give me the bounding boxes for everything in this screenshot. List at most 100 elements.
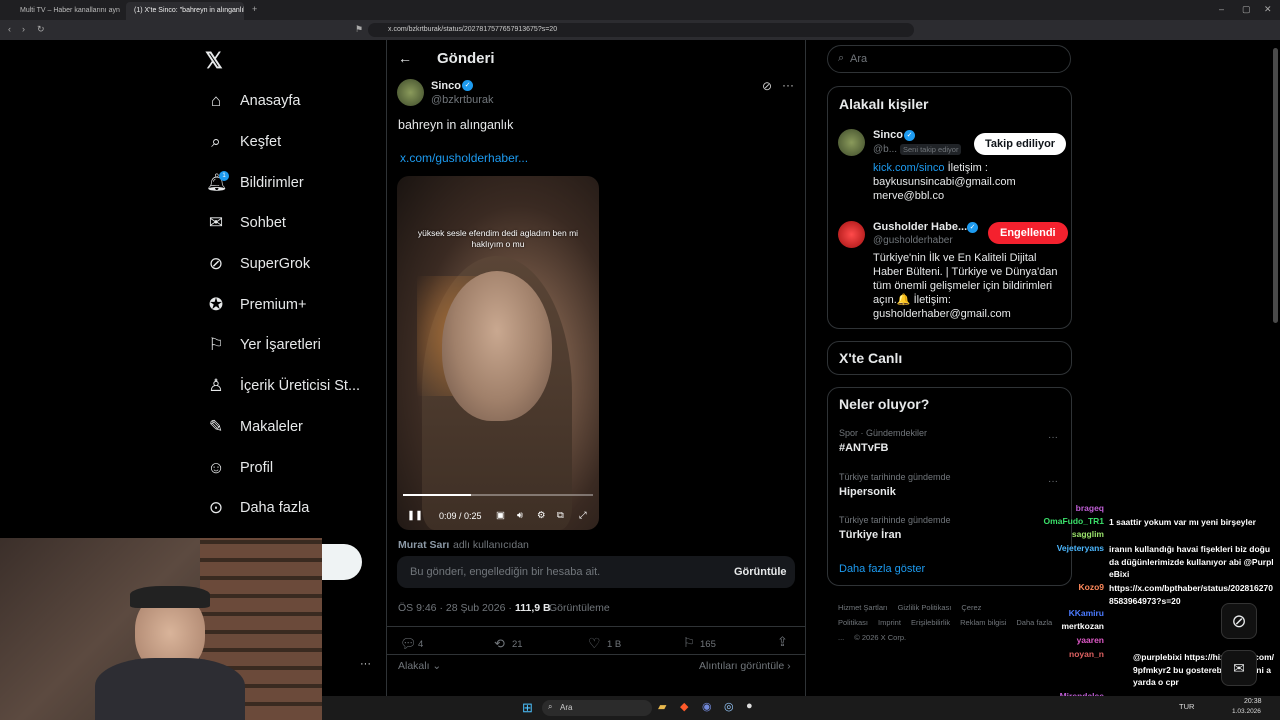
reply-icon[interactable]: 💬︎ xyxy=(400,636,417,652)
steam-icon[interactable]: ◎ xyxy=(724,700,734,713)
back-icon[interactable]: ‹ xyxy=(8,24,11,34)
nav-item-2[interactable]: 🔔︎ Bildirimler xyxy=(206,163,304,203)
nav-item-3[interactable]: ✉ Sohbet xyxy=(206,203,286,243)
page-scrollbar[interactable] xyxy=(1273,48,1278,323)
bookmark-page-icon[interactable]: ⚑ xyxy=(355,24,363,35)
volume-icon[interactable]: 🔊︎ xyxy=(517,510,523,521)
message-fab-icon[interactable]: ✉ xyxy=(1221,650,1257,686)
video-credit-name[interactable]: Murat Sarı xyxy=(398,539,449,551)
show-more-link[interactable]: Daha fazla göster xyxy=(839,563,925,575)
clock-date[interactable]: 1.03.2026 xyxy=(1232,708,1261,715)
nav-item-6[interactable]: ⚐ Yer İşaretleri xyxy=(206,325,321,365)
relevance-sort[interactable]: Alakalı ⌄ xyxy=(398,660,441,672)
language-indicator[interactable]: TUR xyxy=(1179,702,1194,711)
chat-username[interactable]: yaaren xyxy=(1077,635,1104,645)
discord-icon[interactable]: ◉ xyxy=(702,700,712,713)
captions-icon[interactable]: ▣ xyxy=(496,510,505,521)
bio-link[interactable]: kick.com/sinco xyxy=(873,162,945,174)
browser-tab-multitv[interactable]: Multi TV – Haber kanallarını aynı anda i… xyxy=(12,2,120,20)
footer-link[interactable]: Erişilebilirlik xyxy=(911,618,950,627)
pause-icon[interactable]: ❚❚ xyxy=(407,510,423,521)
clock-time[interactable]: 20:38 xyxy=(1244,698,1262,705)
back-arrow-icon[interactable]: ← xyxy=(398,50,412,66)
blocked-notice-text: Bu gönderi, engellediğin bir hesaba ait. xyxy=(410,566,601,578)
chat-username[interactable]: mertkozan xyxy=(1061,621,1104,631)
nav-item-8[interactable]: ✎ Makaleler xyxy=(206,407,303,447)
post-button[interactable] xyxy=(322,544,362,580)
person-bio: kick.com/sinco İletişim : baykusunsincab… xyxy=(873,161,1063,203)
nav-item-10[interactable]: ⊙ Daha fazla xyxy=(206,488,309,528)
nav-item-4[interactable]: ⊘ SuperGrok xyxy=(206,244,310,284)
footer-link[interactable]: Gizlilik Politikası xyxy=(898,603,952,612)
chat-username[interactable]: OmaFudo_TR1 xyxy=(1044,516,1104,526)
pip-icon[interactable]: ⧉ xyxy=(557,510,564,521)
footer-link[interactable]: Imprint xyxy=(878,618,901,627)
account-menu-icon[interactable]: ··· xyxy=(360,658,371,670)
chat-username[interactable]: Kozo9 xyxy=(1079,582,1105,592)
verified-icon: ✪ xyxy=(208,295,224,314)
brave-browser-icon[interactable]: ◆ xyxy=(680,700,688,713)
trend-name[interactable]: Türkiye İran xyxy=(839,529,901,541)
footer-link[interactable]: Reklam bilgisi xyxy=(960,618,1006,627)
obs-icon[interactable]: ● xyxy=(746,700,753,712)
person-name[interactable]: Sinco xyxy=(873,129,903,141)
nav-item-9[interactable]: ☺ Profil xyxy=(206,448,273,488)
nav-item-7[interactable]: ♙ İçerik Üreticisi St... xyxy=(206,366,360,406)
blocked-button[interactable]: Engellendi xyxy=(988,222,1068,244)
live-panel[interactable]: X'te Canlı xyxy=(827,341,1072,375)
browser-tab-x[interactable]: (1) X'te Sinco: "bahreyn in alınganlık" xyxy=(126,2,244,20)
author-name[interactable]: Sinco xyxy=(431,80,461,92)
maximize-icon[interactable]: ▢ xyxy=(1242,4,1251,15)
share-icon[interactable]: ⇪ xyxy=(777,634,788,650)
following-button[interactable]: Takip ediliyor xyxy=(974,133,1067,155)
author-handle[interactable]: @bzkrtburak xyxy=(431,94,494,106)
repost-icon[interactable]: ⟲ xyxy=(494,636,505,652)
grok-icon[interactable]: ⊘ xyxy=(762,79,772,93)
x-logo-icon[interactable]: 𝕏 xyxy=(205,48,223,74)
chat-username[interactable]: noyan_n xyxy=(1069,649,1104,659)
post-link[interactable]: x.com/gusholderhaber... xyxy=(400,151,528,165)
view-quotes-link[interactable]: Alıntıları görüntüle › xyxy=(699,660,791,672)
nav-item-label: Keşfet xyxy=(240,134,282,150)
person-handle[interactable]: @b... xyxy=(873,144,897,155)
view-blocked-button[interactable]: Görüntüle xyxy=(734,566,787,578)
grok-fab-icon[interactable]: ⊘ xyxy=(1221,603,1257,639)
person-name[interactable]: Gusholder Habe... xyxy=(873,221,967,233)
footer-link[interactable]: © 2026 X Corp. xyxy=(854,633,906,642)
taskbar-search[interactable]: ⌕ Ara xyxy=(542,700,652,716)
more-options-icon[interactable]: ··· xyxy=(782,78,794,92)
nav-item-1[interactable]: ⌕ Keşfet xyxy=(206,122,281,162)
footer-link[interactable]: Hizmet Şartları xyxy=(838,603,888,612)
post-timestamp[interactable]: ÖS 9:46 · 28 Şub 2026 · xyxy=(398,602,512,614)
person-avatar[interactable] xyxy=(838,221,865,248)
reload-icon[interactable]: ↻ xyxy=(37,24,45,35)
minimize-icon[interactable]: – xyxy=(1219,4,1224,14)
nav-item-label: İçerik Üreticisi St... xyxy=(240,378,361,394)
author-avatar[interactable] xyxy=(397,79,424,106)
settings-icon[interactable]: ⚙ xyxy=(537,510,546,521)
chat-username[interactable]: KKamiru xyxy=(1069,608,1104,618)
chat-username[interactable]: brageq xyxy=(1076,503,1104,513)
trend-name[interactable]: #ANTvFB xyxy=(839,442,889,454)
trend-name[interactable]: Hipersonik xyxy=(839,486,896,498)
forward-icon[interactable]: › xyxy=(22,24,25,34)
nav-item-5[interactable]: ✪ Premium+ xyxy=(206,285,307,325)
close-window-icon[interactable]: ✕ xyxy=(1264,4,1272,15)
new-tab-icon[interactable]: + xyxy=(252,4,257,14)
chat-username[interactable]: sagglim xyxy=(1072,529,1104,539)
url-field[interactable]: x.com/bzkrtburak/status/2027817577657913… xyxy=(368,23,914,37)
person-handle[interactable]: @gusholderhaber xyxy=(873,235,953,246)
windows-start-icon[interactable]: ⊞ xyxy=(522,700,533,716)
bookmark-icon[interactable]: ⚐ xyxy=(683,635,695,651)
fullscreen-icon[interactable]: ⤢ xyxy=(579,510,587,521)
nav-item-0[interactable]: ⌂ Anasayfa xyxy=(206,81,301,121)
related-people-title: Alakalı kişiler xyxy=(839,96,929,112)
video-player[interactable]: yüksek sesle efendim dedi agladım ben mi… xyxy=(397,176,599,530)
search-input[interactable]: ⌕ Ara xyxy=(827,45,1071,73)
trend-more-icon[interactable]: ··· xyxy=(1048,432,1058,443)
trend-more-icon[interactable]: ··· xyxy=(1048,476,1058,487)
file-explorer-icon[interactable]: ▰ xyxy=(658,700,666,713)
like-icon[interactable]: ♡ xyxy=(588,635,601,652)
chat-username[interactable]: Vejeteryans xyxy=(1057,543,1104,553)
person-avatar[interactable] xyxy=(838,129,865,156)
